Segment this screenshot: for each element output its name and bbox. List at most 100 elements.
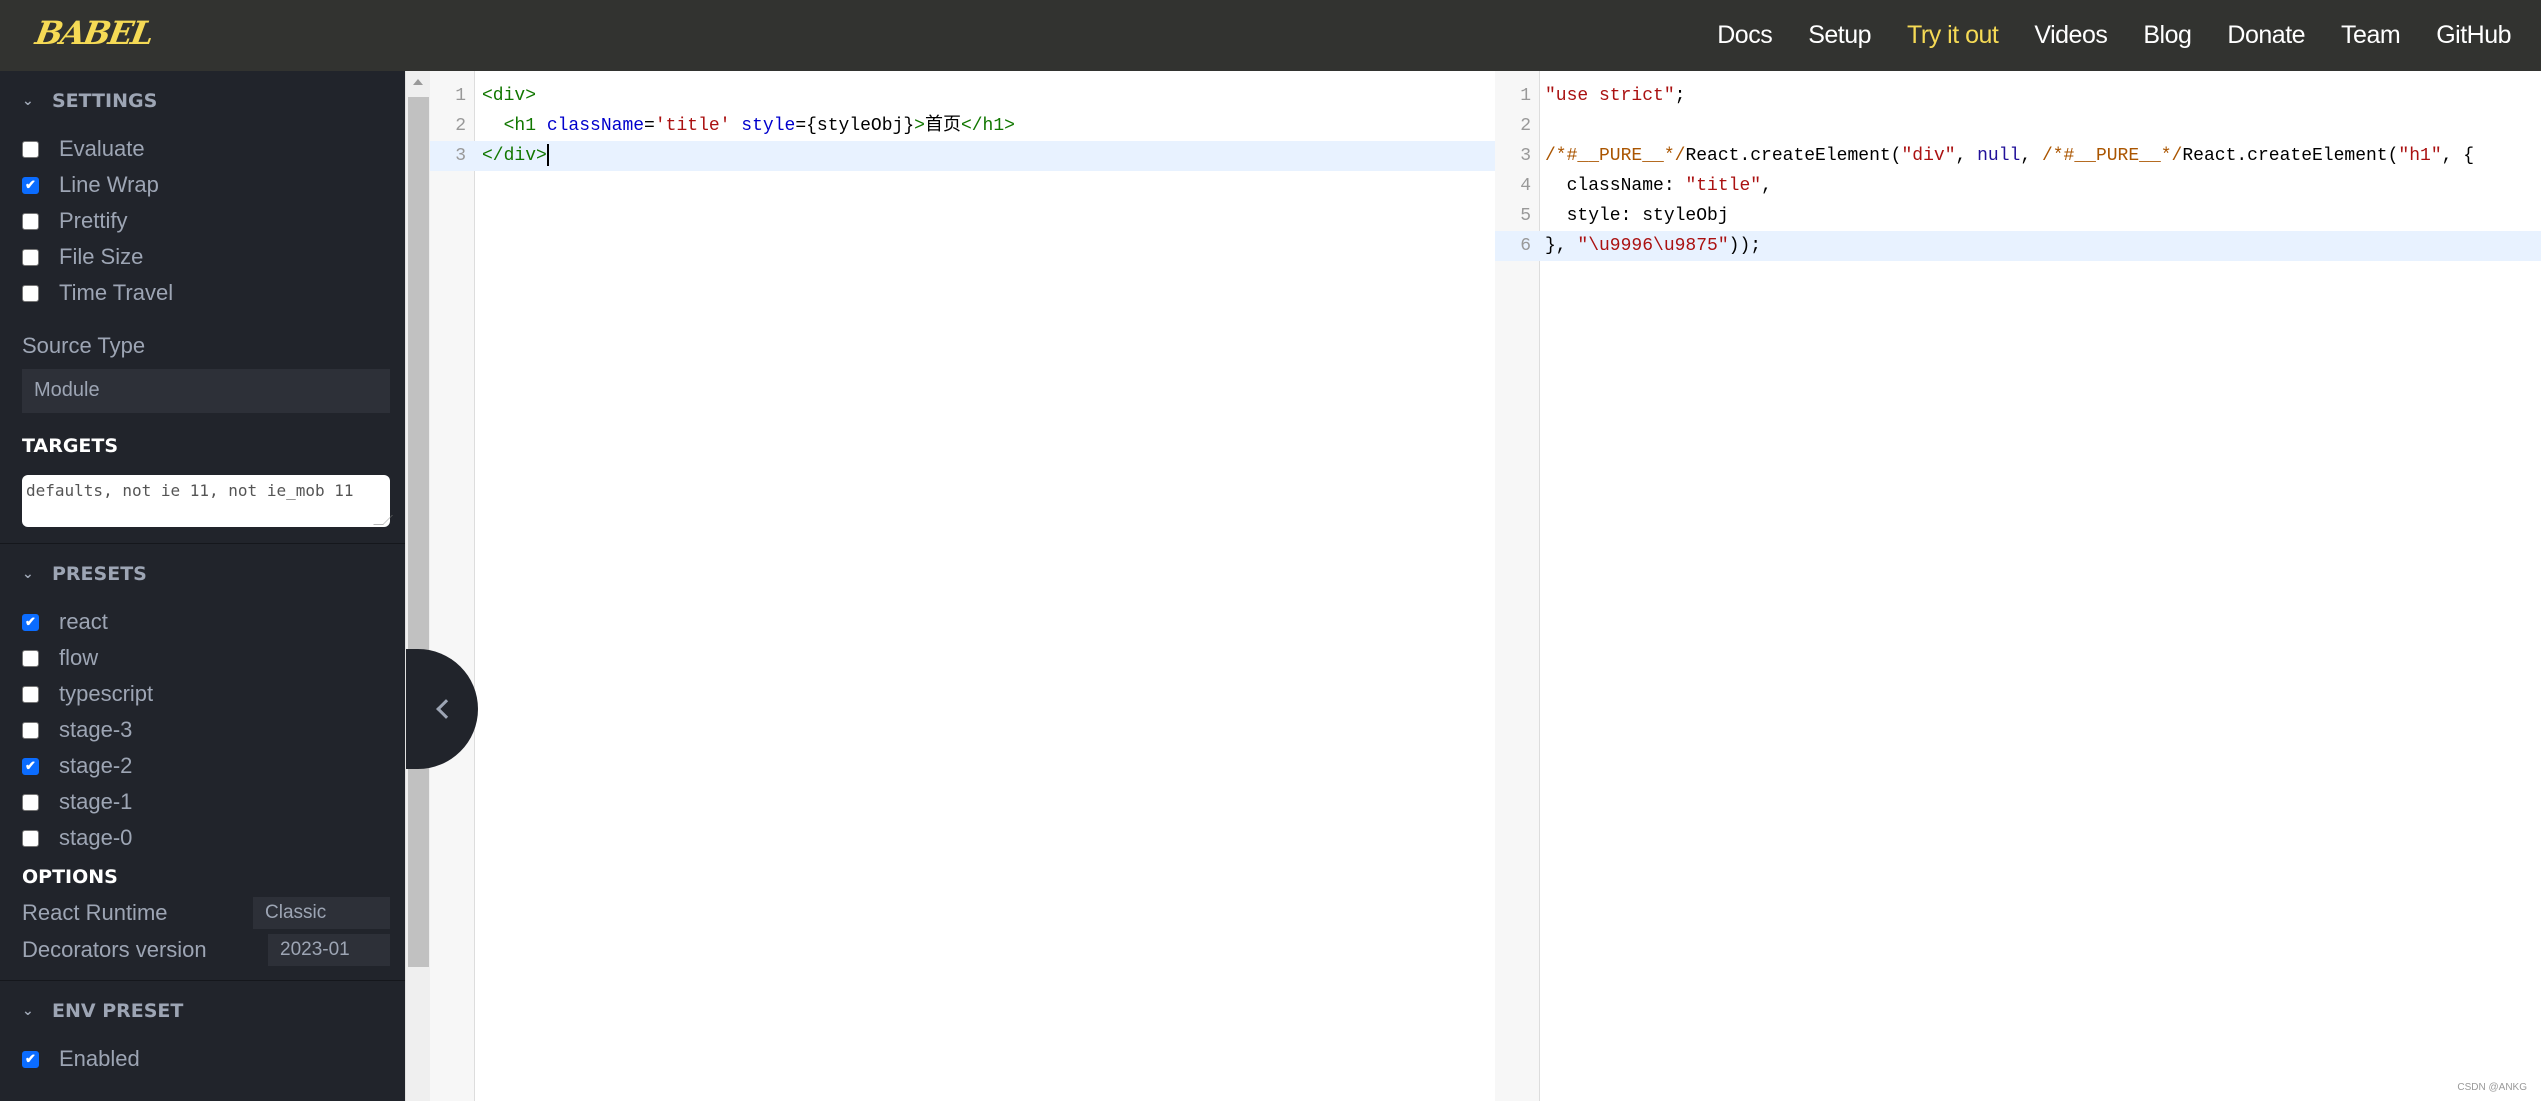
settings-section-header[interactable]: ⌄ SETTINGS (0, 71, 405, 131)
preset-option-stage-0[interactable]: stage-0 (0, 820, 405, 856)
react-runtime-row: React Runtime Classic (0, 894, 405, 931)
code-token: 'title' (654, 116, 731, 136)
code-text: <h1 className='title' style={styleObj}>首… (482, 111, 1015, 141)
code-line[interactable]: 4 className: "title", (1495, 171, 2541, 201)
nav-github[interactable]: GitHub (2436, 21, 2511, 50)
checkbox-label: react (59, 609, 108, 634)
babel-logo[interactable]: BABEL (33, 14, 156, 52)
env-preset-title: ENV PRESET (52, 1000, 184, 1022)
checkbox[interactable] (22, 685, 39, 703)
checkbox[interactable] (22, 649, 39, 667)
checkbox-label: Line Wrap (59, 172, 159, 197)
react-runtime-select[interactable]: Classic (253, 896, 390, 929)
resize-grip-icon[interactable] (373, 515, 393, 525)
scrollbar-thumb[interactable] (408, 97, 429, 967)
nav-setup[interactable]: Setup (1808, 21, 1871, 50)
code-token: )); (1728, 236, 1762, 256)
line-number-gutter (430, 71, 475, 1101)
output-code-editor[interactable]: 1 "use strict"; 2 3/*#__PURE__*/React.creat… (1495, 71, 2541, 1101)
settings-option-file-size[interactable]: File Size (0, 239, 405, 275)
settings-option-line-wrap[interactable]: ✔ Line Wrap (0, 167, 405, 203)
code-text: "use strict"; (1545, 81, 1685, 111)
code-line[interactable]: 5 style: styleObj (1495, 201, 2541, 231)
code-token: , { (2441, 146, 2475, 166)
checkbox[interactable] (22, 284, 39, 302)
source-type-label: Source Type (22, 333, 146, 358)
chevron-down-icon: ⌄ (22, 1003, 34, 1019)
checkbox[interactable]: ✔ (22, 757, 39, 775)
presets-title: PRESETS (52, 563, 147, 585)
settings-option-evaluate[interactable]: Evaluate (0, 131, 405, 167)
code-line[interactable]: 2 (1495, 111, 2541, 141)
code-line[interactable]: 1 <div> (430, 81, 1495, 111)
settings-option-time-travel[interactable]: Time Travel (0, 275, 405, 311)
nav-donate[interactable]: Donate (2227, 21, 2305, 50)
checkbox[interactable] (22, 140, 39, 158)
code-token: </h1> (960, 116, 1015, 136)
code-line[interactable]: 1 "use strict"; (1495, 81, 2541, 111)
line-number: 6 (1520, 236, 1531, 256)
decorators-version-select[interactable]: 2023-01 (268, 933, 390, 966)
chevron-left-icon (436, 699, 456, 719)
code-token: null (1977, 146, 2021, 166)
code-text: <div> (482, 81, 536, 111)
settings-option-prettify[interactable]: Prettify (0, 203, 405, 239)
chevron-down-icon: ⌄ (22, 93, 34, 109)
sidebar-scrollbar[interactable] (405, 71, 430, 1101)
checkbox[interactable] (22, 721, 39, 739)
preset-option-stage-1[interactable]: stage-1 (0, 784, 405, 820)
preset-option-stage-3[interactable]: stage-3 (0, 712, 405, 748)
code-token: = (644, 116, 655, 136)
checkbox[interactable]: ✔ (22, 176, 39, 194)
env-preset-section-header[interactable]: ⌄ ENV PRESET (0, 981, 405, 1041)
targets-value: defaults, not ie 11, not ie_mob 11 (26, 481, 354, 500)
code-token: style (741, 116, 796, 136)
options-title: OPTIONS (22, 866, 118, 888)
code-token: "title" (1685, 176, 1762, 196)
scroll-up-arrow-icon[interactable] (413, 79, 423, 85)
checkbox-label: Prettify (59, 208, 128, 233)
env-preset-enabled-row[interactable]: ✔ Enabled (0, 1041, 405, 1077)
nav-try-it-out[interactable]: Try it out (1907, 21, 1999, 50)
code-token: }, (1545, 236, 1578, 256)
preset-option-react[interactable]: ✔ react (0, 604, 405, 640)
code-token: className (546, 116, 645, 136)
env-preset-enabled-label: Enabled (59, 1046, 140, 1071)
checkbox[interactable] (22, 793, 39, 811)
presets-section-header[interactable]: ⌄ PRESETS (0, 544, 405, 604)
targets-textarea[interactable]: defaults, not ie 11, not ie_mob 11 (22, 475, 393, 527)
nav-videos[interactable]: Videos (2034, 21, 2108, 50)
checkbox[interactable] (22, 248, 39, 266)
env-preset-enabled-checkbox[interactable]: ✔ (22, 1050, 39, 1068)
source-type-select[interactable]: Module (22, 369, 390, 413)
code-text: style: styleObj (1545, 201, 1729, 231)
nav-docs[interactable]: Docs (1717, 21, 1772, 50)
preset-option-stage-2[interactable]: ✔ stage-2 (0, 748, 405, 784)
output-code-lines: 1 "use strict"; 2 3/*#__PURE__*/React.creat… (1495, 81, 2541, 261)
checkbox[interactable] (22, 212, 39, 230)
input-code-editor[interactable]: 1 <div> 2 <h1 className='title' style={sty… (430, 71, 1495, 1101)
code-token: 首页 (924, 116, 961, 136)
checkbox-label: stage-1 (59, 789, 133, 814)
nav-blog[interactable]: Blog (2143, 21, 2192, 50)
checkbox[interactable]: ✔ (22, 613, 39, 631)
code-text: /*#__PURE__*/React.createElement("div", … (1545, 141, 2474, 171)
code-token: > (914, 116, 925, 136)
code-line[interactable]: 3/*#__PURE__*/React.createElement("div",… (1495, 141, 2541, 171)
checkbox-label: typescript (59, 681, 154, 706)
checkbox[interactable] (22, 829, 39, 847)
code-token: ={styleObj} (795, 116, 915, 136)
code-token: <h1 (503, 116, 547, 136)
watermark: CSDN @ANKG (2457, 1082, 2527, 1093)
code-line[interactable]: 2 <h1 className='title' style={styleObj}… (430, 111, 1495, 141)
preset-option-typescript[interactable]: typescript (0, 676, 405, 712)
checkbox-label: Evaluate (59, 136, 145, 161)
settings-title: SETTINGS (52, 90, 158, 112)
code-line[interactable]: 3 </div> (430, 141, 1495, 171)
code-line[interactable]: 6}, "\u9996\u9875")); (1495, 231, 2541, 261)
line-number: 1 (455, 86, 466, 106)
nav-team[interactable]: Team (2341, 21, 2401, 50)
preset-option-flow[interactable]: flow (0, 640, 405, 676)
